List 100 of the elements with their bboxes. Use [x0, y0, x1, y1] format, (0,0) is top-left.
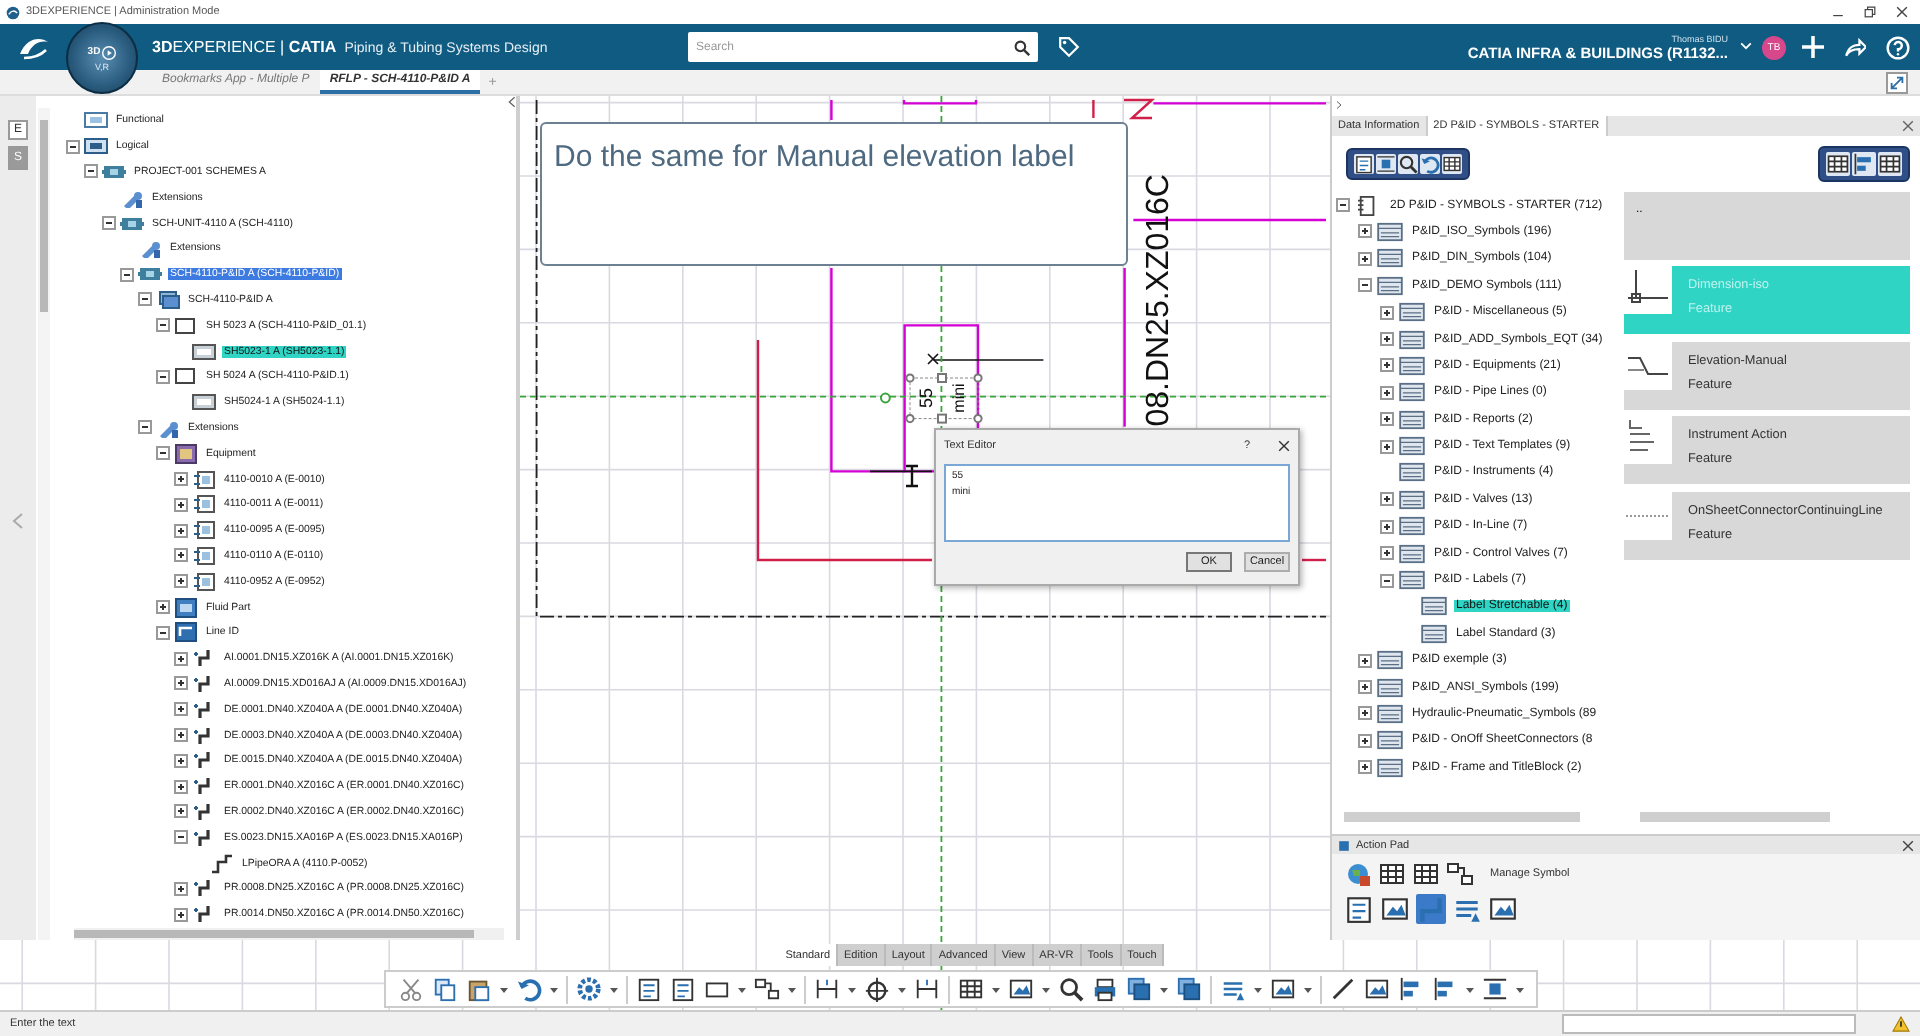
expand-toggle[interactable] [1380, 305, 1394, 320]
layers-icon[interactable] [1175, 976, 1201, 1002]
collapse-toggle[interactable] [1358, 278, 1372, 293]
caret-icon[interactable] [897, 985, 905, 993]
paste-icon[interactable] [465, 976, 491, 1002]
image-icon[interactable] [1488, 894, 1518, 925]
connector-icon[interactable] [1446, 860, 1474, 889]
caret-icon[interactable] [1465, 985, 1473, 993]
table-icon[interactable] [1412, 860, 1440, 889]
printer-icon[interactable] [1091, 976, 1117, 1002]
expand-toggle[interactable] [174, 907, 188, 922]
caret-icon[interactable] [499, 985, 507, 993]
gear-icon[interactable] [575, 976, 601, 1002]
chevron-left-icon[interactable] [508, 96, 516, 108]
expand-toggle[interactable] [174, 779, 188, 794]
distribute-icon[interactable] [1481, 976, 1507, 1002]
collapse-toggle[interactable] [156, 369, 170, 384]
close-icon[interactable] [1896, 6, 1908, 18]
caret-icon[interactable] [1041, 985, 1049, 993]
collapse-toggle[interactable] [174, 830, 188, 845]
caret-icon[interactable] [609, 985, 617, 993]
expand-icon[interactable] [1886, 71, 1908, 93]
collapse-toggle[interactable] [66, 139, 80, 154]
image-icon[interactable] [1363, 976, 1389, 1002]
collapse-toggle[interactable] [138, 420, 152, 435]
collapse-toggle[interactable] [156, 625, 170, 640]
align-icon[interactable] [1431, 976, 1457, 1002]
scissors-icon[interactable] [397, 976, 423, 1002]
globe-icon[interactable] [1344, 860, 1372, 889]
magnifier-icon[interactable] [1398, 153, 1418, 174]
expand-toggle[interactable] [1358, 224, 1372, 239]
expand-toggle[interactable] [174, 548, 188, 563]
table-icon[interactable] [1378, 860, 1406, 889]
warning-icon[interactable] [1892, 1016, 1910, 1032]
command-field[interactable] [1562, 1014, 1856, 1034]
expand-toggle[interactable] [174, 676, 188, 691]
expand-toggle[interactable] [1380, 492, 1394, 507]
magnifier-icon[interactable] [1057, 976, 1083, 1002]
restore-icon[interactable] [1864, 6, 1876, 18]
collapse-toggle[interactable] [120, 267, 134, 282]
dimension-icon[interactable] [913, 976, 939, 1002]
caret-icon[interactable] [549, 985, 557, 993]
expand-toggle[interactable] [1380, 546, 1394, 561]
caret-icon[interactable] [1159, 985, 1167, 993]
caret-icon[interactable] [991, 985, 999, 993]
close-icon[interactable] [1902, 839, 1914, 852]
expand-toggle[interactable] [174, 574, 188, 589]
table-icon[interactable] [1826, 151, 1850, 176]
pipe-icon[interactable] [1416, 894, 1446, 925]
play-icon[interactable] [102, 45, 117, 59]
document-icon[interactable] [669, 976, 695, 1002]
collapse-toggle[interactable] [102, 216, 116, 231]
undo-icon[interactable] [1420, 153, 1440, 174]
expand-toggle[interactable] [156, 600, 170, 615]
expand-toggle[interactable] [1380, 412, 1394, 427]
close-icon[interactable] [1278, 439, 1290, 451]
expand-toggle[interactable] [1358, 653, 1372, 668]
collapse-toggle[interactable] [84, 164, 98, 179]
text-icon[interactable] [1219, 976, 1245, 1002]
search-icon[interactable] [1014, 39, 1030, 55]
expand-toggle[interactable] [1380, 519, 1394, 534]
expand-toggle[interactable] [174, 753, 188, 768]
collapse-toggle[interactable] [156, 318, 170, 333]
help-icon[interactable] [1886, 35, 1910, 59]
expand-toggle[interactable] [1380, 439, 1394, 454]
chevron-right-icon[interactable] [1336, 100, 1342, 111]
distribute-icon[interactable] [1376, 153, 1396, 174]
caret-icon[interactable] [1303, 985, 1311, 993]
chevron-down-icon[interactable] [1740, 42, 1752, 52]
undo-icon[interactable] [515, 976, 541, 1002]
expand-toggle[interactable] [1358, 680, 1372, 695]
expand-toggle[interactable] [1380, 332, 1394, 347]
expand-toggle[interactable] [174, 523, 188, 538]
expand-toggle[interactable] [174, 472, 188, 487]
table-icon[interactable] [957, 976, 983, 1002]
expand-toggle[interactable] [1358, 733, 1372, 748]
scrollbar[interactable] [1640, 811, 1830, 822]
collapse-toggle[interactable] [156, 446, 170, 461]
expand-toggle[interactable] [174, 497, 188, 512]
expand-toggle[interactable] [1380, 385, 1394, 400]
scrollbar[interactable] [1344, 811, 1580, 822]
expand-toggle[interactable] [174, 728, 188, 743]
align-icon[interactable] [1397, 976, 1423, 1002]
document-icon[interactable] [1354, 153, 1374, 174]
document-icon[interactable] [1344, 894, 1374, 925]
expand-toggle[interactable] [1380, 358, 1394, 373]
expand-toggle[interactable] [1358, 706, 1372, 721]
align-icon[interactable] [1852, 151, 1876, 176]
table-icon[interactable] [1442, 153, 1462, 174]
crosshair-icon[interactable] [863, 976, 889, 1002]
caret-icon[interactable] [1253, 985, 1261, 993]
caret-icon[interactable] [737, 985, 745, 993]
scrollbar[interactable] [38, 108, 50, 940]
copy-icon[interactable] [431, 976, 457, 1002]
expand-toggle[interactable] [174, 804, 188, 819]
image-icon[interactable] [1380, 894, 1410, 925]
caret-icon[interactable] [847, 985, 855, 993]
tag-icon[interactable] [1058, 36, 1080, 58]
expand-toggle[interactable] [174, 702, 188, 717]
expand-toggle[interactable] [174, 881, 188, 896]
